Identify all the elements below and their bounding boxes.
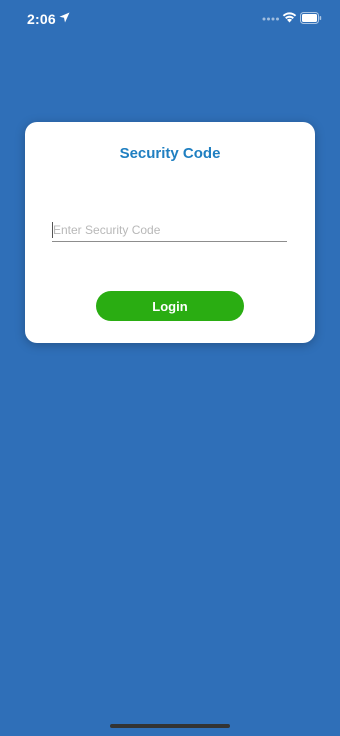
status-bar: 2:06 [0,0,340,36]
security-code-input[interactable] [52,218,287,242]
location-arrow-icon [59,12,70,23]
status-time: 2:06 [27,11,56,27]
wifi-icon [282,12,297,23]
card-title: Security Code [119,145,221,162]
home-indicator[interactable] [110,724,230,728]
battery-icon [300,12,322,24]
cellular-signal-icon [262,17,279,21]
text-cursor [52,222,53,238]
security-code-card: Security Code Login [25,122,315,343]
login-button[interactable]: Login [96,291,244,321]
